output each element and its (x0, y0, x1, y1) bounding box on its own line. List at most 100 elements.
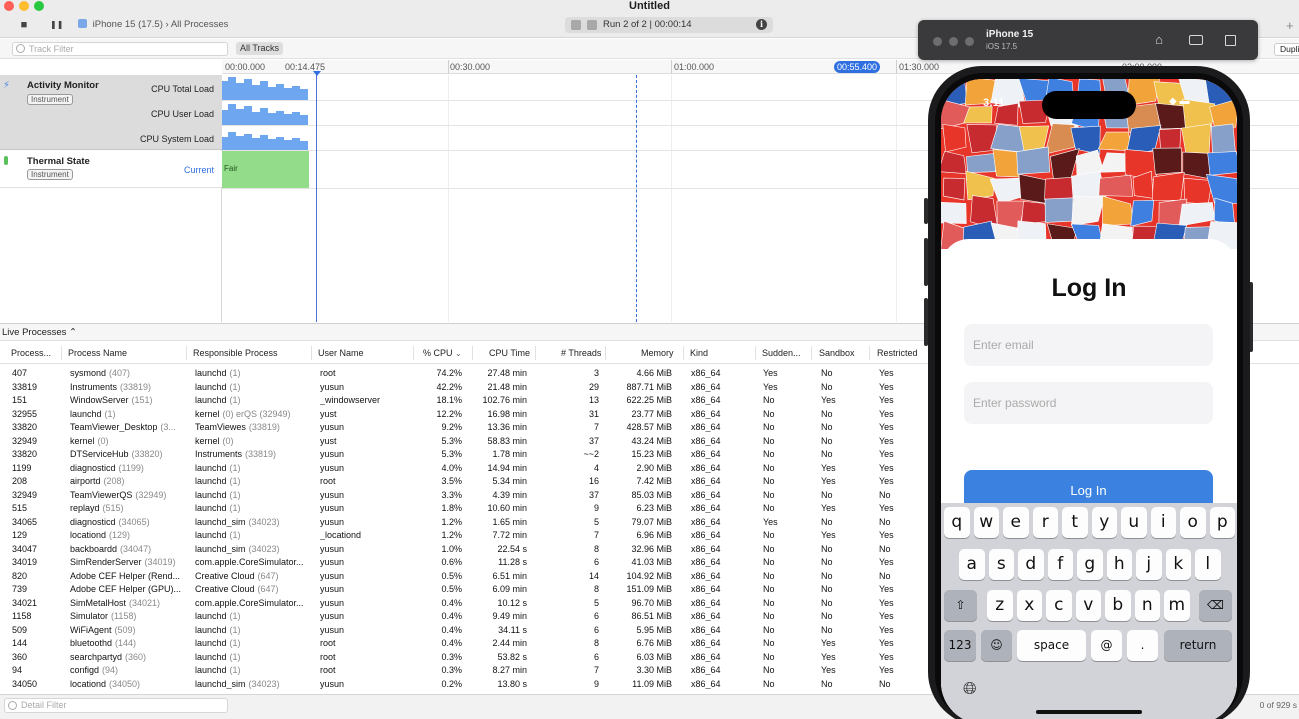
key-n[interactable]: n (1134, 590, 1160, 621)
key-d[interactable]: d (1018, 549, 1044, 580)
detail-filter-input[interactable]: Detail Filter (4, 698, 228, 713)
table-row[interactable]: 34065 diagnosticd (34065) launchd_sim (34023… (0, 516, 930, 530)
all-tracks-button[interactable]: All Tracks (236, 42, 284, 55)
column-divider[interactable] (535, 346, 536, 360)
column-divider[interactable] (186, 346, 187, 360)
column-divider[interactable] (683, 346, 684, 360)
table-row[interactable]: 360 searchpartyd (360) launchd (1) root 0.3% 53… (0, 651, 930, 665)
pause-recording-button[interactable]: ❚❚ (50, 19, 63, 31)
inspection-marker-icon[interactable] (313, 71, 321, 76)
column-divider[interactable] (755, 346, 756, 360)
delete-key[interactable]: ⌫ (1199, 590, 1232, 621)
table-row[interactable]: 1158 Simulator (1158) launchd (1) yusun 0.4% 9.… (0, 610, 930, 624)
table-row[interactable]: 34019 SimRenderServer (34019) com.apple.Cor… (0, 556, 930, 570)
table-row[interactable]: 739 Adobe CEF Helper (GPU)... Creative Clo… (0, 583, 930, 597)
column-divider[interactable] (605, 346, 606, 360)
column-header-sudden[interactable]: Sudden... (762, 348, 801, 358)
table-row[interactable]: 33820 TeamViewer_Desktop (3... TeamViewes (3… (0, 421, 930, 435)
space-key[interactable]: space (1017, 630, 1086, 661)
column-divider[interactable] (413, 346, 414, 360)
key-h[interactable]: h (1106, 549, 1132, 580)
key-v[interactable]: v (1075, 590, 1101, 621)
run-selector[interactable]: Run 2 of 2 | 00:00:14 i (565, 17, 773, 33)
table-row[interactable]: 32949 kernel (0) kernel (0) yust 5.3% 58.83 min… (0, 435, 930, 449)
key-j[interactable]: j (1136, 549, 1162, 580)
playhead-line[interactable] (636, 75, 637, 322)
live-processes-dropdown[interactable]: Live Processes ⌃ (2, 327, 77, 338)
key-k[interactable]: k (1165, 549, 1191, 580)
email-field[interactable] (964, 324, 1213, 366)
column-header-cpu[interactable]: % CPU ⌄ (423, 348, 462, 358)
table-row[interactable]: 1199 diagnosticd (1199) launchd (1) yusun 4.0%… (0, 462, 930, 476)
simulator-minimize-button[interactable] (949, 37, 958, 46)
key-a[interactable]: a (959, 549, 985, 580)
column-divider[interactable] (311, 346, 312, 360)
key-y[interactable]: y (1091, 507, 1117, 538)
key-o[interactable]: o (1180, 507, 1206, 538)
column-header-restricted[interactable]: Restricted (877, 348, 918, 358)
info-icon[interactable]: i (756, 19, 767, 30)
column-header-sandbox[interactable]: Sandbox (819, 348, 855, 358)
screenshot-icon[interactable] (1188, 32, 1204, 48)
add-icon[interactable]: + (1286, 18, 1294, 33)
next-run-button[interactable] (587, 20, 597, 30)
key-l[interactable]: l (1195, 549, 1221, 580)
duplicate-button[interactable]: Dupli (1274, 43, 1299, 56)
numbers-key[interactable]: 123 (944, 630, 976, 661)
table-row[interactable]: 34047 backboardd (34047) launchd_sim (34023)… (0, 543, 930, 557)
column-header-threads[interactable]: # Threads (561, 348, 601, 358)
column-header-pid[interactable]: Process... (11, 348, 51, 358)
key-r[interactable]: r (1032, 507, 1058, 538)
key-q[interactable]: q (944, 507, 970, 538)
key-p[interactable]: p (1209, 507, 1235, 538)
activity-monitor-track[interactable]: ⚡︎ Activity Monitor Instrument CPU Total… (0, 75, 222, 150)
period-key[interactable]: . (1127, 630, 1158, 661)
home-indicator[interactable] (1036, 710, 1142, 714)
target-device-selector[interactable]: iPhone 15 (17.5) › All Processes (78, 19, 228, 31)
column-divider[interactable] (811, 346, 812, 360)
column-header-memory[interactable]: Memory (641, 348, 674, 358)
previous-run-button[interactable] (571, 20, 581, 30)
simulator-close-button[interactable] (933, 37, 942, 46)
return-key[interactable]: return (1164, 630, 1232, 661)
table-row[interactable]: 34021 SimMetalHost (34021) com.apple.CoreSi… (0, 597, 930, 611)
table-row[interactable]: 515 replayd (515) launchd (1) yusun 1.8% 10.60 … (0, 502, 930, 516)
stop-recording-button[interactable]: ■ (18, 19, 30, 31)
key-t[interactable]: t (1062, 507, 1088, 538)
table-row[interactable]: 33819 Instruments (33819) launchd (1) yusun 42… (0, 381, 930, 395)
inspection-cursor[interactable] (316, 75, 317, 322)
simulator-zoom-button[interactable] (965, 37, 974, 46)
emoji-key[interactable]: ☺ (981, 630, 1012, 661)
column-divider[interactable] (61, 346, 62, 360)
key-z[interactable]: z (987, 590, 1013, 621)
key-g[interactable]: g (1077, 549, 1103, 580)
column-divider[interactable] (472, 346, 473, 360)
table-row[interactable]: 94 configd (94) launchd (1) root 0.3% 8.27 min 7… (0, 664, 930, 678)
key-c[interactable]: c (1046, 590, 1072, 621)
key-x[interactable]: x (1016, 590, 1042, 621)
table-row[interactable]: 820 Adobe CEF Helper (Rend... Creative Clo… (0, 570, 930, 584)
column-header-cpu-time[interactable]: CPU Time (489, 348, 530, 358)
table-row[interactable]: 32955 launchd (1) kernel (0) erQS (32949) yus… (0, 408, 930, 422)
track-filter-input[interactable]: Track Filter (12, 42, 228, 56)
column-header-process-name[interactable]: Process Name (68, 348, 127, 358)
table-row[interactable]: 407 sysmond (407) launchd (1) root 74.2% 27.48 … (0, 367, 930, 381)
table-row[interactable]: 32949 TeamViewerQS (32949) launchd (1) yusun 3… (0, 489, 930, 503)
column-header-responsible[interactable]: Responsible Process (193, 348, 278, 358)
simulator-screen[interactable]: 3:11 ◆ ▬ Log In Log In qwertyuiopasdfghj… (941, 79, 1237, 719)
column-header-user[interactable]: User Name (318, 348, 364, 358)
table-row[interactable]: 129 locationd (129) launchd (1) _locationd 1.2… (0, 529, 930, 543)
table-row[interactable]: 34050 locationd (34050) launchd_sim (34023) y… (0, 678, 930, 692)
shift-key[interactable]: ⇧ (944, 590, 977, 621)
globe-icon[interactable]: 🌐︎ (963, 679, 977, 699)
home-icon[interactable]: ⌂ (1151, 32, 1167, 48)
playhead-time-label[interactable]: 00:55.400 (834, 61, 881, 73)
key-f[interactable]: f (1047, 549, 1073, 580)
column-divider[interactable] (869, 346, 870, 360)
table-row[interactable]: 151 WindowServer (151) launchd (1) _windowser… (0, 394, 930, 408)
column-header-kind[interactable]: Kind (690, 348, 708, 358)
table-row[interactable]: 208 airportd (208) launchd (1) root 3.5% 5.34 m… (0, 475, 930, 489)
key-s[interactable]: s (988, 549, 1014, 580)
key-u[interactable]: u (1121, 507, 1147, 538)
table-row[interactable]: 33820 DTServiceHub (33820) Instruments (3381… (0, 448, 930, 462)
